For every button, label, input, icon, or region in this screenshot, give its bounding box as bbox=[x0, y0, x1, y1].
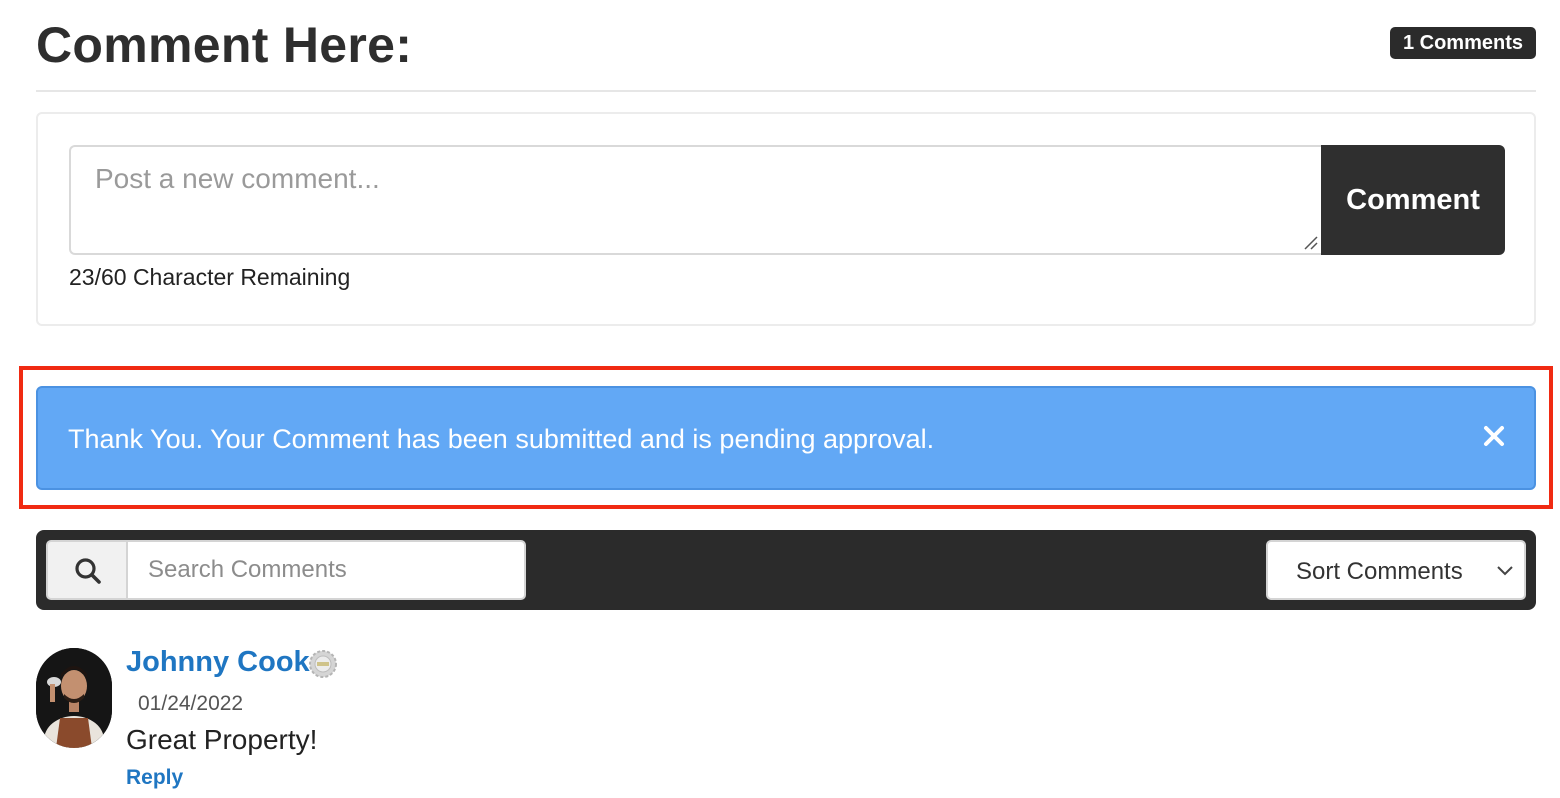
sort-dropdown-label: Sort Comments bbox=[1296, 558, 1463, 585]
comment-text: Great Property! bbox=[126, 724, 318, 755]
comment-count-badge: 1 Comments bbox=[1389, 27, 1536, 59]
sort-dropdown[interactable]: Sort Comments bbox=[1266, 540, 1526, 600]
comment-composer: Comment 23/60 Character Remaining bbox=[36, 112, 1536, 326]
close-icon[interactable] bbox=[1480, 422, 1508, 450]
avatar-photo bbox=[36, 648, 112, 748]
alert-message: Thank You. Your Comment has been submitt… bbox=[68, 424, 935, 454]
reply-link[interactable]: Reply bbox=[126, 766, 183, 790]
verified-badge-icon bbox=[309, 650, 337, 678]
resize-handle-icon[interactable] bbox=[1302, 234, 1318, 250]
comment-submit-button[interactable]: Comment bbox=[1321, 145, 1505, 255]
comments-header: Comment Here: 1 Comments bbox=[36, 14, 1536, 92]
comment-item: Johnny Cook 01/24/2022 Great Property! R… bbox=[36, 646, 1536, 796]
search-input[interactable] bbox=[126, 540, 526, 600]
comment-input[interactable] bbox=[69, 145, 1323, 255]
page-title: Comment Here: bbox=[36, 17, 413, 73]
avatar[interactable] bbox=[36, 648, 112, 748]
chevron-down-icon bbox=[1497, 566, 1513, 576]
search-button[interactable] bbox=[46, 540, 128, 600]
success-alert: Thank You. Your Comment has been submitt… bbox=[36, 386, 1536, 490]
search-icon bbox=[75, 558, 101, 584]
comments-toolbar: Sort Comments bbox=[36, 530, 1536, 610]
comment-date: 01/24/2022 bbox=[138, 692, 244, 715]
comment-author-link[interactable]: Johnny Cook bbox=[126, 646, 310, 679]
character-counter: 23/60 Character Remaining bbox=[69, 264, 351, 290]
